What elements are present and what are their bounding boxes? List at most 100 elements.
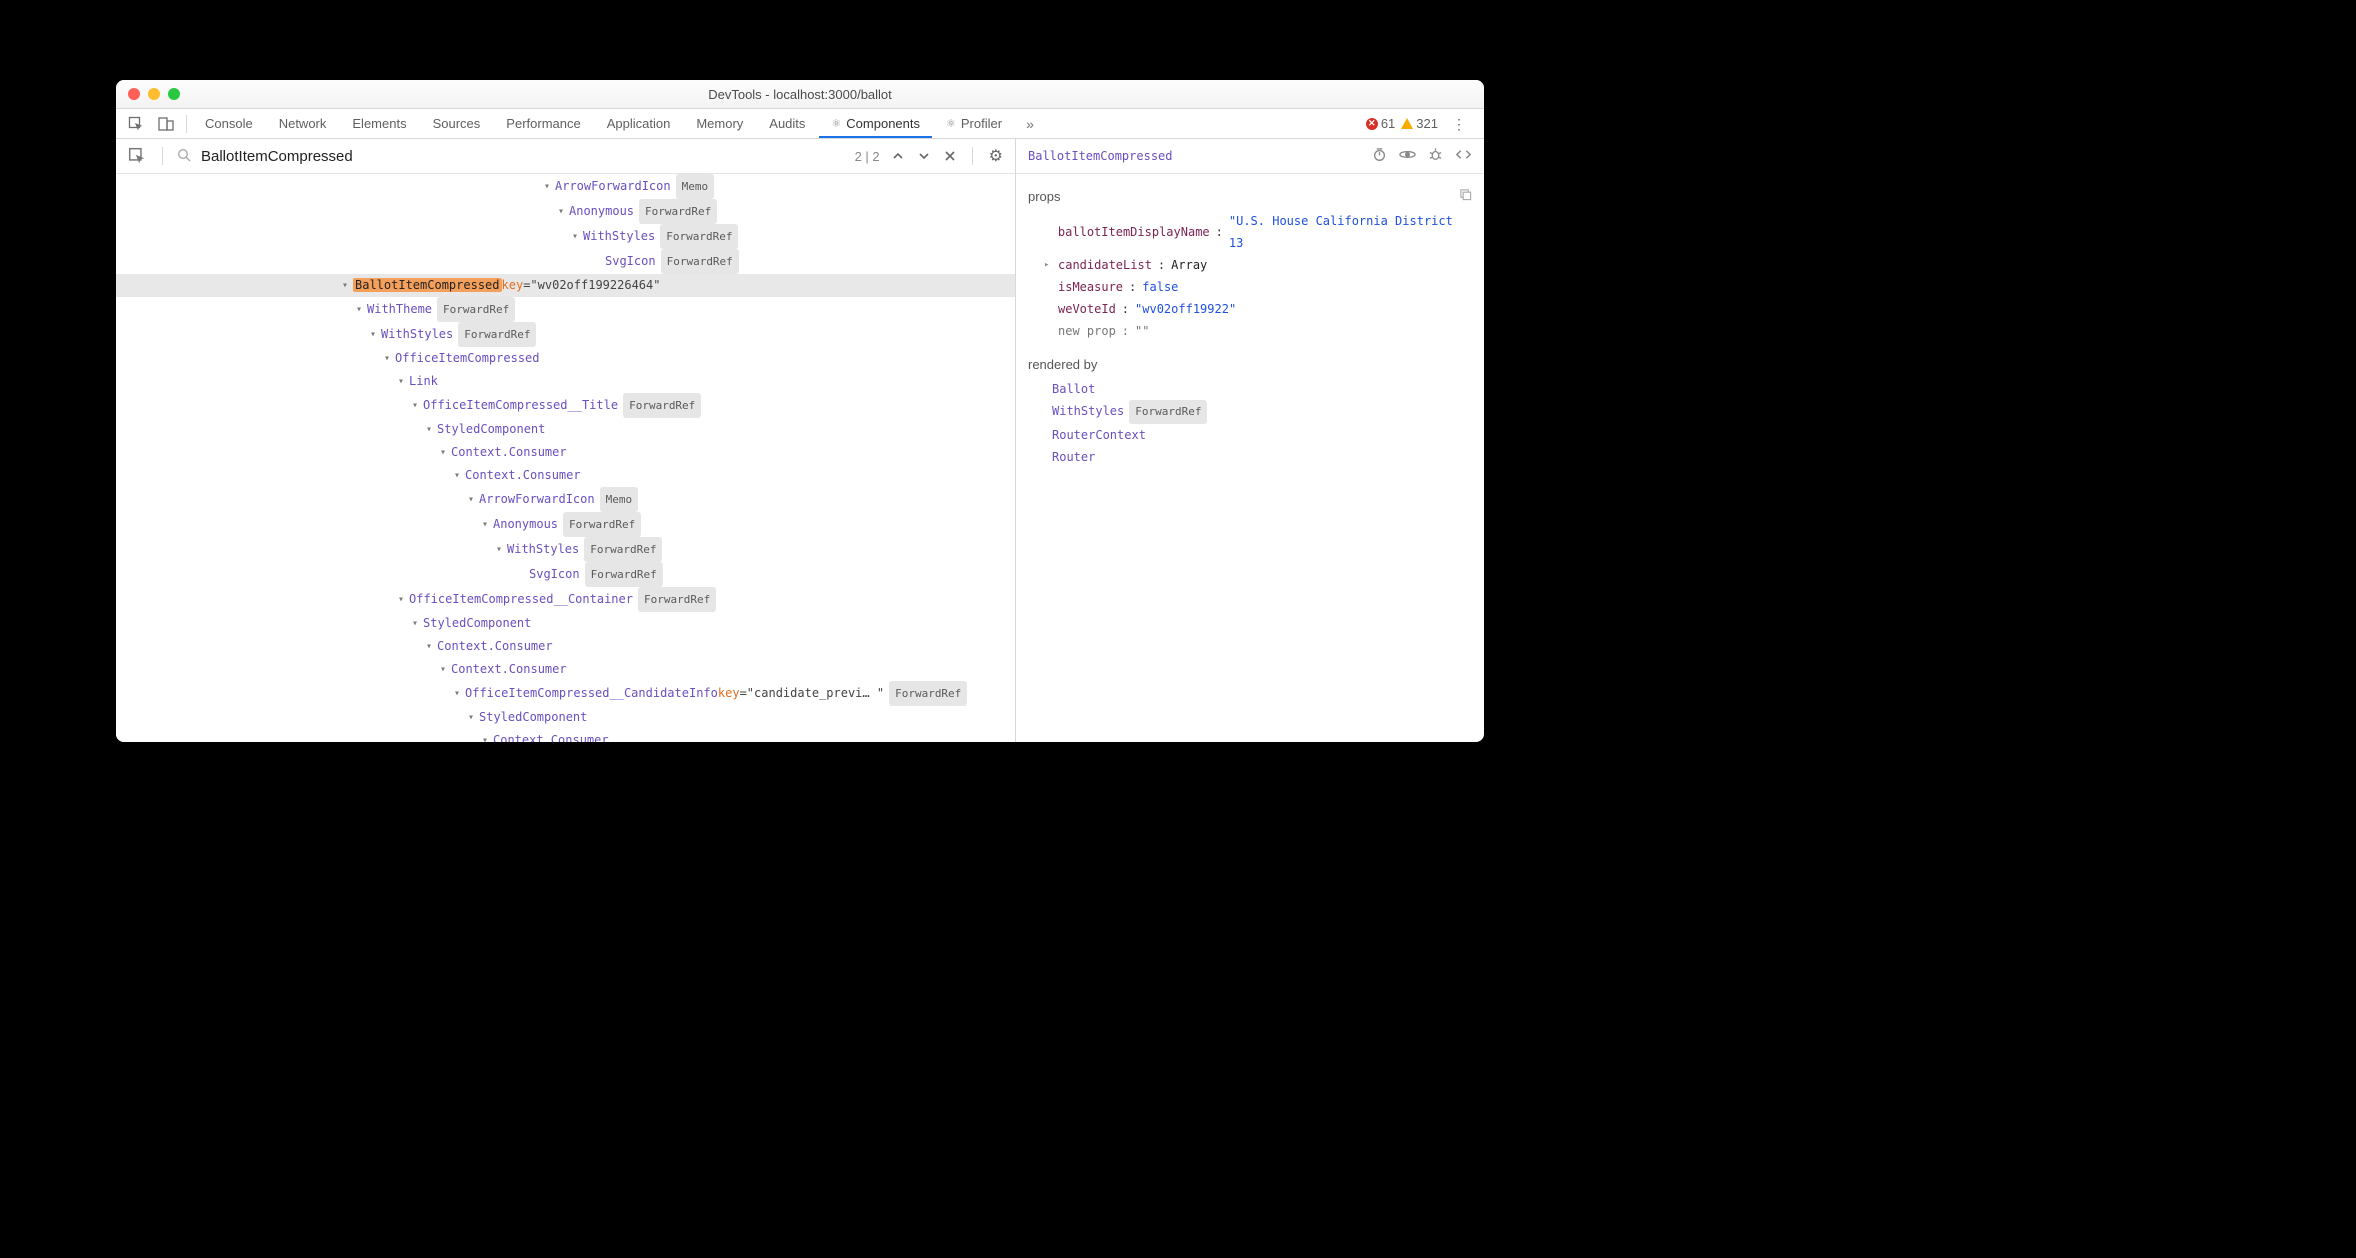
rendered-by-item[interactable]: RouterContext (1052, 424, 1472, 446)
view-source-icon[interactable] (1455, 147, 1472, 165)
settings-menu-icon[interactable]: ⋮ (1444, 119, 1474, 129)
expand-arrow-icon[interactable]: ▾ (382, 347, 392, 370)
tree-row[interactable]: ▾WithStylesForwardRef (116, 537, 1015, 562)
component-name: OfficeItemCompressed__Title (423, 394, 618, 417)
inspect-matching-icon[interactable] (126, 147, 148, 165)
tree-row[interactable]: ▾StyledComponent (116, 418, 1015, 441)
expand-arrow-icon[interactable]: ▾ (570, 225, 580, 248)
tree-row[interactable]: ▾Context.Consumer (116, 729, 1015, 742)
expand-arrow-icon[interactable]: ▾ (466, 706, 476, 729)
tree-row[interactable]: SvgIconForwardRef (116, 562, 1015, 587)
expand-arrow-icon[interactable]: ▾ (340, 274, 350, 297)
expand-arrow-icon[interactable]: ▾ (424, 418, 434, 441)
rendered-by-item[interactable]: WithStylesForwardRef (1052, 400, 1472, 424)
prop-key: candidateList (1058, 254, 1152, 276)
tree-row[interactable]: ▾Context.Consumer (116, 464, 1015, 487)
tab-elements[interactable]: Elements (340, 109, 418, 138)
tab-network[interactable]: Network (267, 109, 339, 138)
tab-memory[interactable]: Memory (684, 109, 755, 138)
error-count[interactable]: ✕61 (1366, 116, 1395, 131)
tab-audits[interactable]: Audits (757, 109, 817, 138)
tab-profiler[interactable]: ⚛Profiler (934, 109, 1014, 138)
rendered-by-item[interactable]: Router (1052, 446, 1472, 468)
hoc-badge: ForwardRef (585, 562, 663, 587)
more-tabs-icon[interactable]: » (1016, 109, 1044, 138)
tree-row[interactable]: ▾StyledComponent (116, 706, 1015, 729)
tree-row[interactable]: ▾ArrowForwardIconMemo (116, 174, 1015, 199)
tab-components[interactable]: ⚛Components (819, 109, 932, 138)
component-name: StyledComponent (479, 706, 587, 729)
minimize-window-button[interactable] (148, 88, 160, 100)
expand-arrow-icon[interactable]: ▾ (438, 441, 448, 464)
expand-arrow-icon[interactable]: ▾ (480, 729, 490, 742)
device-toolbar-icon[interactable] (152, 109, 180, 138)
expand-arrow-icon[interactable]: ▾ (452, 464, 462, 487)
tree-row[interactable]: ▾WithStylesForwardRef (116, 224, 1015, 249)
prop-row[interactable]: weVoteId: "wv02off19922" (1028, 298, 1472, 320)
settings-icon[interactable]: ⚙ (987, 146, 1005, 166)
expand-arrow-icon[interactable]: ▾ (542, 175, 552, 198)
tree-row[interactable]: ▾ArrowForwardIconMemo (116, 487, 1015, 512)
expand-arrow-icon[interactable]: ▾ (424, 635, 434, 658)
tree-row[interactable]: ▾Context.Consumer (116, 441, 1015, 464)
expand-arrow-icon[interactable]: ▾ (410, 612, 420, 635)
component-name: WithStyles (507, 538, 579, 561)
expand-arrow-icon[interactable]: ▾ (396, 588, 406, 611)
tree-row[interactable]: ▾BallotItemCompressed key="wv02off199226… (116, 274, 1015, 297)
tree-row[interactable]: ▾Link (116, 370, 1015, 393)
tab-label: Audits (769, 116, 805, 131)
hoc-badge: ForwardRef (889, 681, 967, 706)
search-input[interactable] (201, 148, 845, 165)
tree-row[interactable]: ▾StyledComponent (116, 612, 1015, 635)
expand-arrow-icon[interactable]: ▾ (438, 658, 448, 681)
tree-row[interactable]: ▾Context.Consumer (116, 635, 1015, 658)
expand-arrow-icon[interactable]: ▾ (452, 682, 462, 705)
tree-row[interactable]: ▾WithStylesForwardRef (116, 322, 1015, 347)
debug-icon[interactable] (1428, 147, 1443, 165)
hoc-badge: ForwardRef (584, 537, 662, 562)
maximize-window-button[interactable] (168, 88, 180, 100)
expand-arrow-icon[interactable]: ▾ (494, 538, 504, 561)
tab-label: Console (205, 116, 253, 131)
warning-count[interactable]: 321 (1401, 116, 1438, 131)
tree-row[interactable]: ▾OfficeItemCompressed (116, 347, 1015, 370)
expand-arrow-icon[interactable]: ▾ (354, 298, 364, 321)
prop-row[interactable]: ▸candidateList: Array (1028, 254, 1472, 276)
prop-row[interactable]: ballotItemDisplayName: "U.S. House Calif… (1028, 210, 1472, 254)
prev-match-icon[interactable] (890, 150, 906, 162)
tree-row[interactable]: ▾WithThemeForwardRef (116, 297, 1015, 322)
rendered-by-item[interactable]: Ballot (1052, 378, 1472, 400)
expand-arrow-icon[interactable]: ▾ (466, 488, 476, 511)
expand-arrow-icon[interactable]: ▾ (556, 200, 566, 223)
expand-arrow-icon[interactable]: ▾ (396, 370, 406, 393)
tab-application[interactable]: Application (595, 109, 683, 138)
new-prop-row[interactable]: new prop: "" (1028, 320, 1472, 342)
tree-row[interactable]: ▾OfficeItemCompressed__CandidateInfo key… (116, 681, 1015, 706)
clear-search-icon[interactable] (942, 150, 958, 162)
copy-props-icon[interactable] (1459, 186, 1472, 208)
tree-row[interactable]: ▾OfficeItemCompressed__ContainerForwardR… (116, 587, 1015, 612)
inspect-dom-icon[interactable] (1399, 147, 1416, 165)
expand-arrow-icon[interactable]: ▾ (368, 323, 378, 346)
tab-label: Performance (506, 116, 580, 131)
tab-console[interactable]: Console (193, 109, 265, 138)
component-tree[interactable]: ▾ArrowForwardIconMemo▾AnonymousForwardRe… (116, 174, 1015, 742)
tree-row[interactable]: SvgIconForwardRef (116, 249, 1015, 274)
suspend-icon[interactable] (1372, 147, 1387, 165)
tab-sources[interactable]: Sources (421, 109, 493, 138)
tree-row[interactable]: ▾OfficeItemCompressed__TitleForwardRef (116, 393, 1015, 418)
close-window-button[interactable] (128, 88, 140, 100)
tree-row[interactable]: ▾AnonymousForwardRef (116, 199, 1015, 224)
expand-arrow-icon[interactable]: ▾ (410, 394, 420, 417)
attr-key: key (502, 274, 524, 297)
next-match-icon[interactable] (916, 150, 932, 162)
expand-arrow-icon[interactable]: ▸ (1044, 254, 1052, 276)
prop-key: isMeasure (1058, 276, 1123, 298)
expand-arrow-icon[interactable]: ▾ (480, 513, 490, 536)
select-element-icon[interactable] (122, 109, 150, 138)
tree-row[interactable]: ▾Context.Consumer (116, 658, 1015, 681)
tree-row[interactable]: ▾AnonymousForwardRef (116, 512, 1015, 537)
inspected-component-name: BallotItemCompressed (1028, 149, 1173, 163)
tab-performance[interactable]: Performance (494, 109, 592, 138)
prop-row[interactable]: isMeasure: false (1028, 276, 1472, 298)
